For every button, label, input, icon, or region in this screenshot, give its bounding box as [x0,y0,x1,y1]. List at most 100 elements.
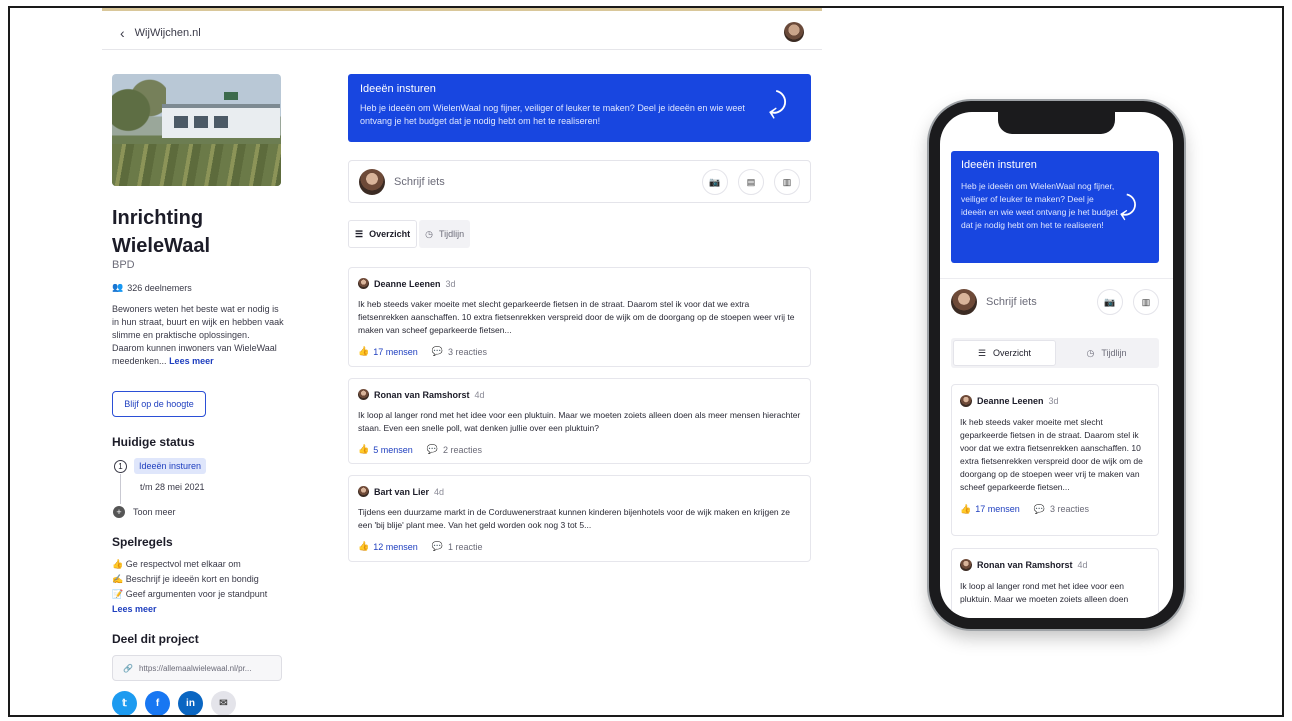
project-organisation: BPD [112,259,135,271]
plus-icon: + [113,506,125,518]
composer-actions: 📷 ▤ ▥ [702,169,800,195]
post-composer[interactable]: Schrijf iets 📷 ▤ ▥ [348,160,811,203]
thumbs-up-icon: 👍 [358,444,370,454]
post-age: 3d [445,278,456,289]
link-icon: 🔗 [123,663,133,673]
post-author[interactable]: Deanne Leenen [977,396,1044,406]
share-heading: Deel dit project [112,632,199,646]
feed-post[interactable]: Deanne Leenen 3d Ik heb steeds vaker moe… [348,267,811,367]
photo-flag [224,92,238,100]
mobile-tab-timeline-label: Tijdlijn [1101,348,1127,358]
post-author[interactable]: Ronan van Ramshorst [374,390,470,400]
post-body: Ik heb steeds vaker moeite met slecht ge… [358,299,795,335]
like-button[interactable]: 👍 17 mensen [358,346,418,357]
phone-mockup: Ideeën insturen Heb je ideeën om WielenW… [929,101,1184,629]
post-age: 3d [1048,396,1059,406]
mobile-tab-overview[interactable]: ☰ Overzicht [953,340,1056,366]
rules-heading: Spelregels [112,535,173,549]
document-button[interactable]: ▤ [738,169,764,195]
mobile-feed-post[interactable]: Deanne Leenen 3d Ik heb steeds vaker moe… [951,384,1159,536]
social-share-buttons: 𝕥 f in ✉ [112,691,236,715]
mobile-ideas-banner[interactable]: Ideeën insturen Heb je ideeën om WielenW… [951,151,1159,263]
mobile-divider [940,278,1173,279]
step-one-icon: 1 [114,460,127,473]
post-author[interactable]: Deanne Leenen [374,279,441,289]
current-status-chip: Ideeën insturen [134,458,207,474]
post-age: 4d [1077,560,1088,570]
reactions-button[interactable]: 💬 1 reactie [432,541,483,552]
mobile-composer-placeholder[interactable]: Schrijf iets [986,296,1037,308]
arrow-down-icon: ⤸ [1118,189,1141,223]
mobile-tab-timeline[interactable]: ◷ Tijdlijn [1056,340,1157,366]
like-count: 5 mensen [373,444,413,455]
share-url-text: https://allemaalwielewaal.nl/pr... [138,663,252,673]
comment-icon: 💬 [1033,504,1045,514]
post-meta: Bart van Lier 4d [358,486,801,497]
like-count: 17 mensen [373,346,418,357]
people-icon: 👥 [112,282,124,292]
user-avatar[interactable] [784,22,804,42]
post-author-avatar [358,486,369,497]
facebook-share-button[interactable]: f [145,691,170,715]
mobile-poll-button[interactable]: ▥ [1133,289,1159,315]
post-body: Ik loop al langer rond met het idee voor… [358,410,801,433]
like-count: 12 mensen [373,541,418,552]
post-footer: 👍 17 mensen 💬 3 reacties [358,346,801,357]
comment-icon: 💬 [431,541,443,551]
reaction-count: 2 reacties [442,444,482,455]
post-meta: Deanne Leenen 3d [358,278,801,289]
feed-post[interactable]: Ronan van Ramshorst 4d Ik loop al langer… [348,378,811,464]
mobile-tab-overview-label: Overzicht [993,348,1032,358]
like-button[interactable]: 👍 12 mensen [358,541,418,552]
post-meta: Ronan van Ramshorst 4d [358,389,801,400]
mobile-post-composer[interactable]: Schrijf iets 📷 ▥ [951,280,1159,324]
post-footer: 👍 17 mensen 💬 3 reacties [960,504,1150,515]
phone-notch [998,112,1115,134]
mail-icon: ✉ [219,698,228,709]
document-icon: ▤ [746,176,756,187]
tab-overview[interactable]: ☰ Overzicht [348,220,418,248]
members-count: 👥 326 deelnemers [112,282,192,293]
camera-icon: 📷 [1104,296,1116,307]
mobile-feed-post[interactable]: Ronan van Ramshorst 4d Ik loop al langer… [951,548,1159,618]
back-link[interactable]: ‹ WijWijchen.nl [120,25,201,41]
comment-icon: 💬 [431,346,443,356]
post-author[interactable]: Bart van Lier [374,487,429,497]
project-photo [112,74,281,186]
linkedin-share-button[interactable]: in [178,691,203,715]
post-author[interactable]: Ronan van Ramshorst [977,560,1073,570]
like-button[interactable]: 👍 5 mensen [358,444,413,455]
project-description: Bewoners weten het beste wat er nodig is… [112,303,284,368]
mobile-camera-button[interactable]: 📷 [1097,289,1123,315]
tab-timeline[interactable]: ◷ Tijdlijn [419,220,471,248]
ideas-banner[interactable]: Ideeën insturen Heb je ideeën om WielenW… [348,74,811,142]
like-button[interactable]: 👍 17 mensen [960,504,1020,515]
share-url-field[interactable]: 🔗 https://allemaalwielewaal.nl/pr... [112,655,282,681]
post-body: Ik loop al langer rond met het idee voor… [960,581,1129,604]
poll-button[interactable]: ▥ [774,169,800,195]
post-author-avatar [358,389,369,400]
reactions-button[interactable]: 💬 3 reacties [432,346,487,357]
follow-button[interactable]: Blijf op de hoogte [112,391,206,417]
camera-icon: 📷 [709,176,721,187]
twitter-share-button[interactable]: 𝕥 [112,691,137,715]
read-more-link[interactable]: Lees meer [169,356,214,366]
composer-placeholder[interactable]: Schrijf iets [394,176,445,188]
post-author-avatar [358,278,369,289]
rules-list: 👍 Ge respectvol met elkaar om ✍️ Beschri… [112,557,267,617]
mail-share-button[interactable]: ✉ [211,691,236,715]
reactions-button[interactable]: 💬 3 reacties [1034,504,1089,515]
tab-timeline-label: Tijdlijn [438,229,465,239]
rule-item: 👍 Ge respectvol met elkaar om [112,559,241,569]
reactions-button[interactable]: 💬 2 reacties [427,444,482,455]
thumbs-up-icon: 👍 [960,504,972,514]
thumbs-up-icon: 👍 [358,346,370,356]
camera-button[interactable]: 📷 [702,169,728,195]
reaction-count: 3 reacties [1049,504,1089,514]
feed-post[interactable]: Bart van Lier 4d Tijdens een duurzame ma… [348,475,811,562]
rules-read-more-link[interactable]: Lees meer [112,602,267,617]
thumbs-up-icon: 👍 [358,541,370,551]
show-more-button[interactable]: + Toon meer [113,506,176,518]
mobile-feed-tabs: ☰ Overzicht ◷ Tijdlijn [951,338,1159,368]
banner-text: Heb je ideeën om WielenWaal nog fijner, … [360,103,745,126]
